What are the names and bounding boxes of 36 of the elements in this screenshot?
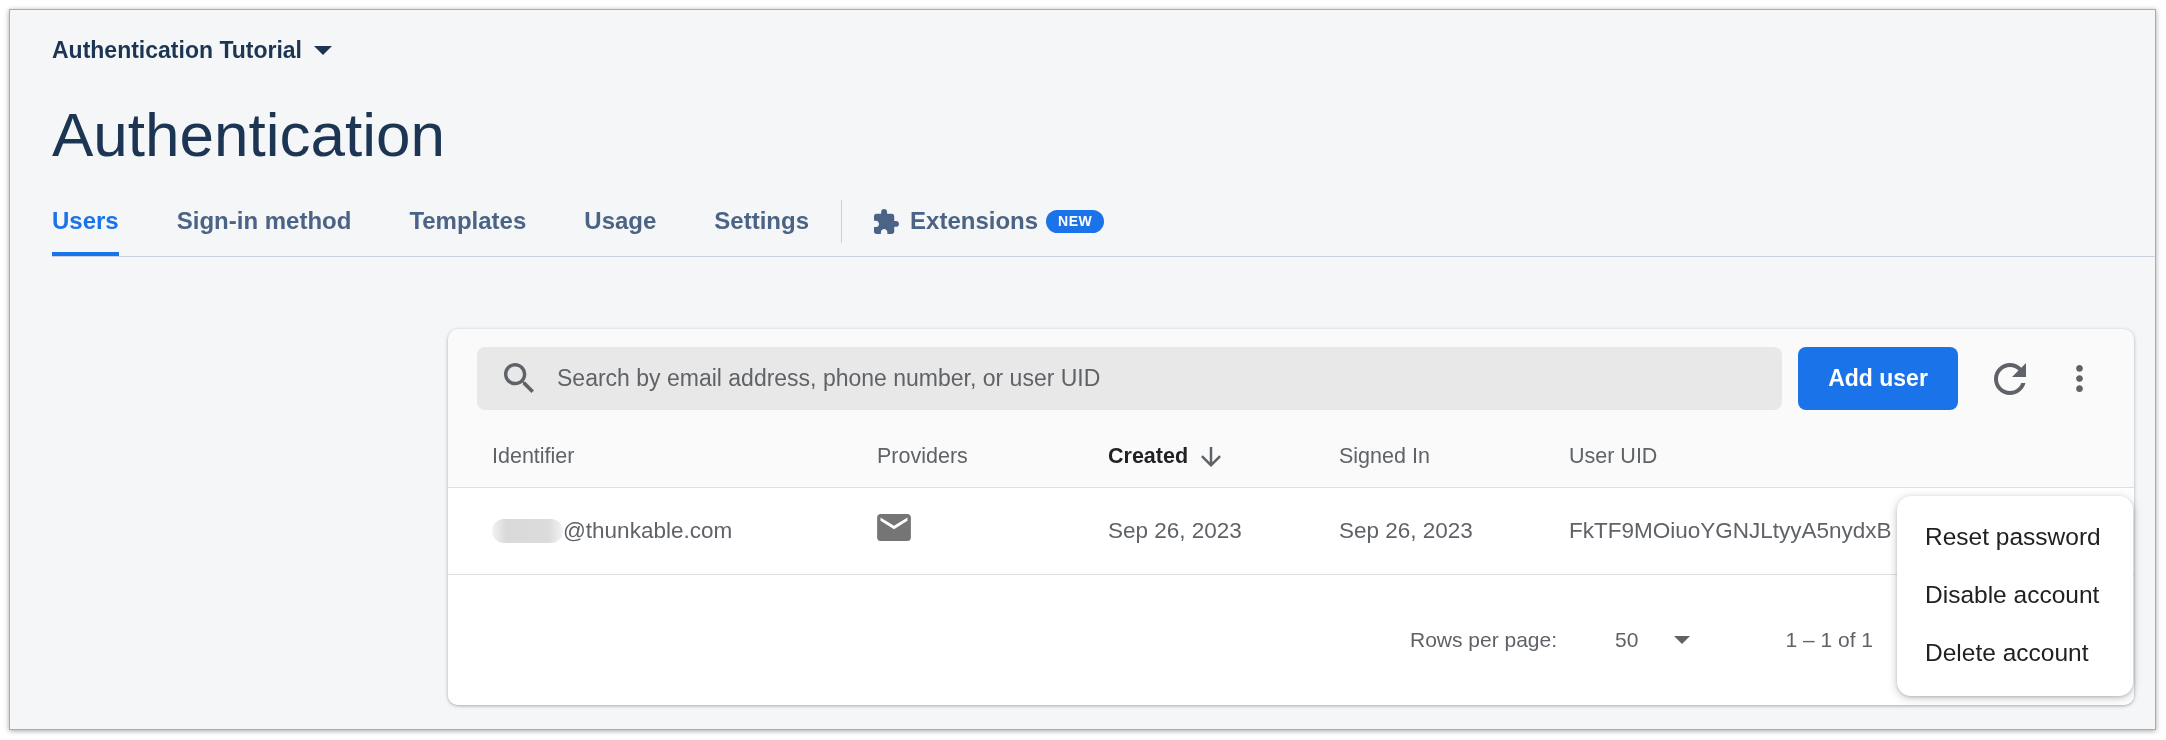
column-header: Signed In — [1339, 444, 1430, 469]
search-icon — [504, 363, 534, 393]
column-header: Providers — [877, 444, 968, 469]
more-options-icon — [2076, 365, 2083, 392]
tab[interactable]: Usage — [584, 170, 657, 256]
rows-per-page-select[interactable]: 50 — [1615, 628, 1691, 652]
menu-item[interactable]: Reset password — [1897, 508, 2133, 566]
refresh-icon — [1994, 362, 2026, 395]
menu-item[interactable]: Delete account — [1897, 624, 2133, 682]
pagination-range: 1 – 1 of 1 — [1785, 628, 1873, 652]
menu-item[interactable]: Disable account — [1897, 566, 2133, 624]
refresh-button[interactable] — [1994, 362, 2026, 395]
caret-down-icon — [1674, 636, 1691, 644]
column-header: User UID — [1569, 444, 1658, 469]
add-user-button[interactable]: Add user — [1798, 347, 1958, 410]
table-cell: Sep 26, 2023 — [1339, 518, 1473, 544]
envelope-icon — [877, 513, 911, 541]
email-text: @thunkable.com — [563, 518, 733, 544]
table-cell: FkTF9MOiuoYGNJLtyyA5nydxB — [1569, 518, 1892, 544]
column-header: Created — [1108, 444, 1189, 469]
puzzle-piece-icon — [874, 208, 900, 234]
caret-down-icon — [314, 45, 332, 55]
search-field[interactable]: Search by email address, phone number, or user UID — [477, 347, 1782, 410]
table-cell: Sep 26, 2023 — [1108, 518, 1242, 544]
page-title: Authentication — [52, 100, 445, 170]
more-options-button[interactable] — [2076, 365, 2083, 392]
tab[interactable]: Extensions NEW — [874, 170, 1105, 256]
new-badge: NEW — [1046, 209, 1105, 233]
sort-down-arrow-icon — [1201, 446, 1222, 467]
rows-per-page-label: Rows per page: — [1409, 628, 1558, 652]
project-selector[interactable]: Authentication Tutorial — [52, 34, 332, 66]
tab[interactable]: Settings — [714, 170, 810, 256]
tab[interactable]: Sign-in method — [176, 170, 352, 256]
tab[interactable]: Users — [52, 170, 119, 256]
tab[interactable]: Templates — [409, 170, 527, 256]
column-header: Identifier — [492, 444, 575, 469]
